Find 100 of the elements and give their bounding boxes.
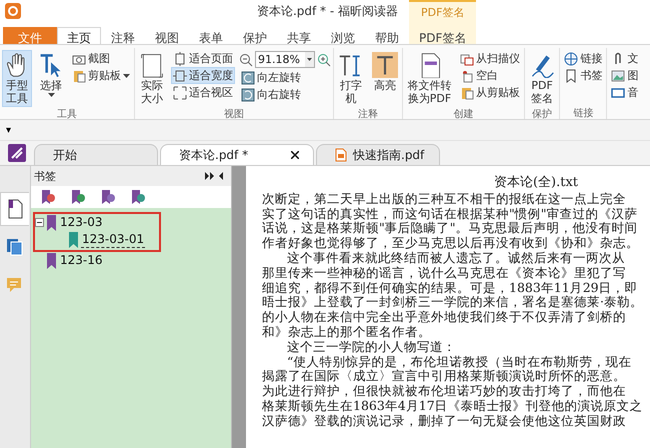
ribbon-button[interactable]: 空白 xyxy=(458,67,522,84)
document-text-line: 为此进行辩护，但很快就被布伦坦诺巧妙的攻击打垮了，而他在 xyxy=(262,384,627,399)
document-tab[interactable]: 资本论.pdf * xyxy=(160,144,314,165)
tree-toggle[interactable] xyxy=(35,218,44,227)
expand-bookmark-icon xyxy=(131,189,145,205)
ribbon-button[interactable]: 打字机 xyxy=(336,50,366,107)
bookmark-tool-button[interactable] xyxy=(131,189,145,205)
panel-title: 书签 xyxy=(34,168,57,184)
ribbon-button[interactable]: 高亮 xyxy=(370,50,400,107)
minus-icon xyxy=(35,218,44,227)
expand-panel-button[interactable] xyxy=(203,172,216,180)
bookmark-tool-button[interactable] xyxy=(101,189,115,205)
ribbon-button[interactable]: 链接 xyxy=(562,50,604,67)
ribbon-button[interactable]: 文 xyxy=(609,50,640,67)
ribbon-tab[interactable]: 表单 xyxy=(189,27,233,44)
ribbon-button[interactable]: 向左旋转 xyxy=(239,69,331,86)
fit-page-icon xyxy=(173,52,187,66)
bookmark-tool-button[interactable] xyxy=(41,189,55,205)
ribbon-button[interactable]: 将文件转换为PDF xyxy=(405,50,454,107)
dropdown-caret-icon xyxy=(305,52,314,67)
ribbon-button[interactable]: 适合页面 xyxy=(171,50,235,67)
zoom-in-icon xyxy=(317,52,331,66)
app-home-icon xyxy=(8,144,26,162)
double-arrow-icon xyxy=(205,172,214,180)
group-label: 工具 xyxy=(56,108,78,120)
pdf-file-icon xyxy=(335,148,347,162)
ribbon-button[interactable]: 从扫描仪 xyxy=(458,50,522,67)
ribbon-button[interactable]: 选择 xyxy=(36,50,66,107)
ribbon-tab[interactable]: 帮助 xyxy=(365,27,409,44)
left-arrow-icon xyxy=(218,172,223,180)
delete-bookmark-icon xyxy=(41,189,55,205)
group-label: 创建 xyxy=(452,108,474,120)
document-tab[interactable]: 快速指南.pdf xyxy=(316,144,440,165)
ribbon-button[interactable]: 图 xyxy=(609,67,640,84)
document-text-line: 实了这句话的真实性，而这句话在根据某种"惯例"审查过的《汉萨 xyxy=(262,206,638,222)
document-text-line: 格莱斯顿先生在1863年4月17日《泰晤士报》刊登他的演说原文之 xyxy=(262,398,644,414)
quick-access-menu-button[interactable]: ▾ xyxy=(6,124,11,136)
ribbon-tab[interactable]: 保护 xyxy=(233,27,277,44)
document-text-line: 晤士报》上登载了一封剑桥三一学院的来信，署名是塞德莱·泰勒。 xyxy=(262,295,644,310)
document-tab[interactable]: 开始 xyxy=(34,144,158,165)
highlighter-icon xyxy=(372,52,398,78)
ribbon-tab[interactable]: 视图 xyxy=(145,27,189,44)
rotate-right-icon xyxy=(241,88,255,102)
ribbon-tab[interactable]: 注释 xyxy=(101,27,145,44)
move-bookmark-icon xyxy=(101,189,115,205)
document-text-line: 话说，这是格莱斯顿"事后隐瞒了"。马克思最后声明，他没有时间 xyxy=(262,221,638,236)
document-text-line: 和》杂志上的那个匿名作者。 xyxy=(262,324,432,340)
clipboard-icon xyxy=(72,68,86,82)
ribbon-tab[interactable]: PDF签名 xyxy=(409,27,476,44)
ribbon-button[interactable]: 截图 xyxy=(70,50,132,67)
zoom-out-icon xyxy=(239,52,253,66)
document-text-line: 汉萨德》登载的演说记录，删掉了一句无疑会使他这位英国财政 xyxy=(262,414,627,429)
comments-icon xyxy=(5,275,24,295)
bookmark-icon xyxy=(47,252,56,268)
add-bookmark-icon xyxy=(71,189,85,205)
window-title: 资本论.pdf * - 福昕阅读器 xyxy=(256,2,398,20)
clipboard-icon xyxy=(460,86,474,100)
ribbon-button[interactable]: 实际大小 xyxy=(137,50,167,107)
close-tab-button[interactable] xyxy=(291,151,299,159)
bookmark-item[interactable]: 123-03 xyxy=(59,215,104,230)
bookmark-icon xyxy=(47,214,56,230)
rotate-left-icon xyxy=(241,70,255,84)
ribbon-button[interactable]: 手型工具 xyxy=(2,50,32,107)
image-icon xyxy=(611,68,626,82)
document-text-line: 作者好象也觉得够了，至少马克思以后再没有收到《协和》杂志。 xyxy=(262,236,640,251)
blank-page-icon xyxy=(460,68,474,82)
page-icon xyxy=(139,52,165,78)
page-thumbnail-icon xyxy=(6,199,24,219)
ribbon-button[interactable]: 适合宽度 xyxy=(171,67,235,84)
context-tab-label: PDF签名 xyxy=(420,5,464,20)
ribbon-button[interactable]: 剪贴板 xyxy=(70,67,132,84)
bookmark-icon xyxy=(69,232,78,248)
ribbon-tab[interactable]: 主页 xyxy=(57,27,101,44)
document-text-line: 这个三一学院的小人物写道： xyxy=(286,340,457,355)
bookmark-tool-button[interactable] xyxy=(71,189,85,205)
document-text-line: 那里传来一些神秘的谣言，说什么马克思在《资本论》里犯了写 xyxy=(262,266,627,281)
ribbon-button[interactable]: 适合视区 xyxy=(171,84,235,101)
ribbon-button[interactable]: 从剪贴板 xyxy=(458,84,522,101)
document-title: 资本论(全).txt xyxy=(492,176,580,191)
group-label: 链接 xyxy=(572,106,594,119)
document-text-line: 这个事件看来就此终结而被人遗忘了。诚然后来有一两次从 xyxy=(286,250,626,266)
ribbon-tab[interactable]: 浏览 xyxy=(321,27,365,44)
document-text-line: 次断定，第二天早上出版的三种互不相干的报纸在这一点上完全 xyxy=(262,192,627,207)
document-text-line: 揭露了在国际〈成立〉宣言中引用格莱斯顿演说时所怀的恶意。 xyxy=(262,369,627,384)
document-text-line: 细追究，都得不到任何确实的结果。可是，1883年11月29日，即 xyxy=(262,280,639,296)
document-text-line: 的小人物在来信中完全出乎意外地使我们终于不仅弄清了剑桥的 xyxy=(262,310,627,325)
ribbon-button[interactable]: 书签 xyxy=(562,67,604,84)
close-icon xyxy=(291,151,299,159)
side-panel-tab[interactable] xyxy=(0,192,29,226)
document-text-line: “使人特别惊异的是，布伦坦诺教授（当时在布勒斯劳，现在 xyxy=(286,354,632,370)
ribbon-button[interactable]: 向右旋转 xyxy=(239,86,331,103)
ribbon-button[interactable]: 音 xyxy=(609,84,640,101)
bookmark-item[interactable]: 123-03-01 xyxy=(81,232,146,248)
bookmark-item[interactable]: 123-16 xyxy=(59,253,104,268)
zoom-field[interactable]: 91.18% xyxy=(255,51,315,68)
fit-view-icon xyxy=(173,86,187,100)
group-label: 保护 xyxy=(531,108,554,120)
ribbon-button[interactable]: PDF签名 xyxy=(527,50,558,107)
bookmark-icon xyxy=(564,68,578,82)
ribbon-tab[interactable]: 共享 xyxy=(277,27,321,44)
